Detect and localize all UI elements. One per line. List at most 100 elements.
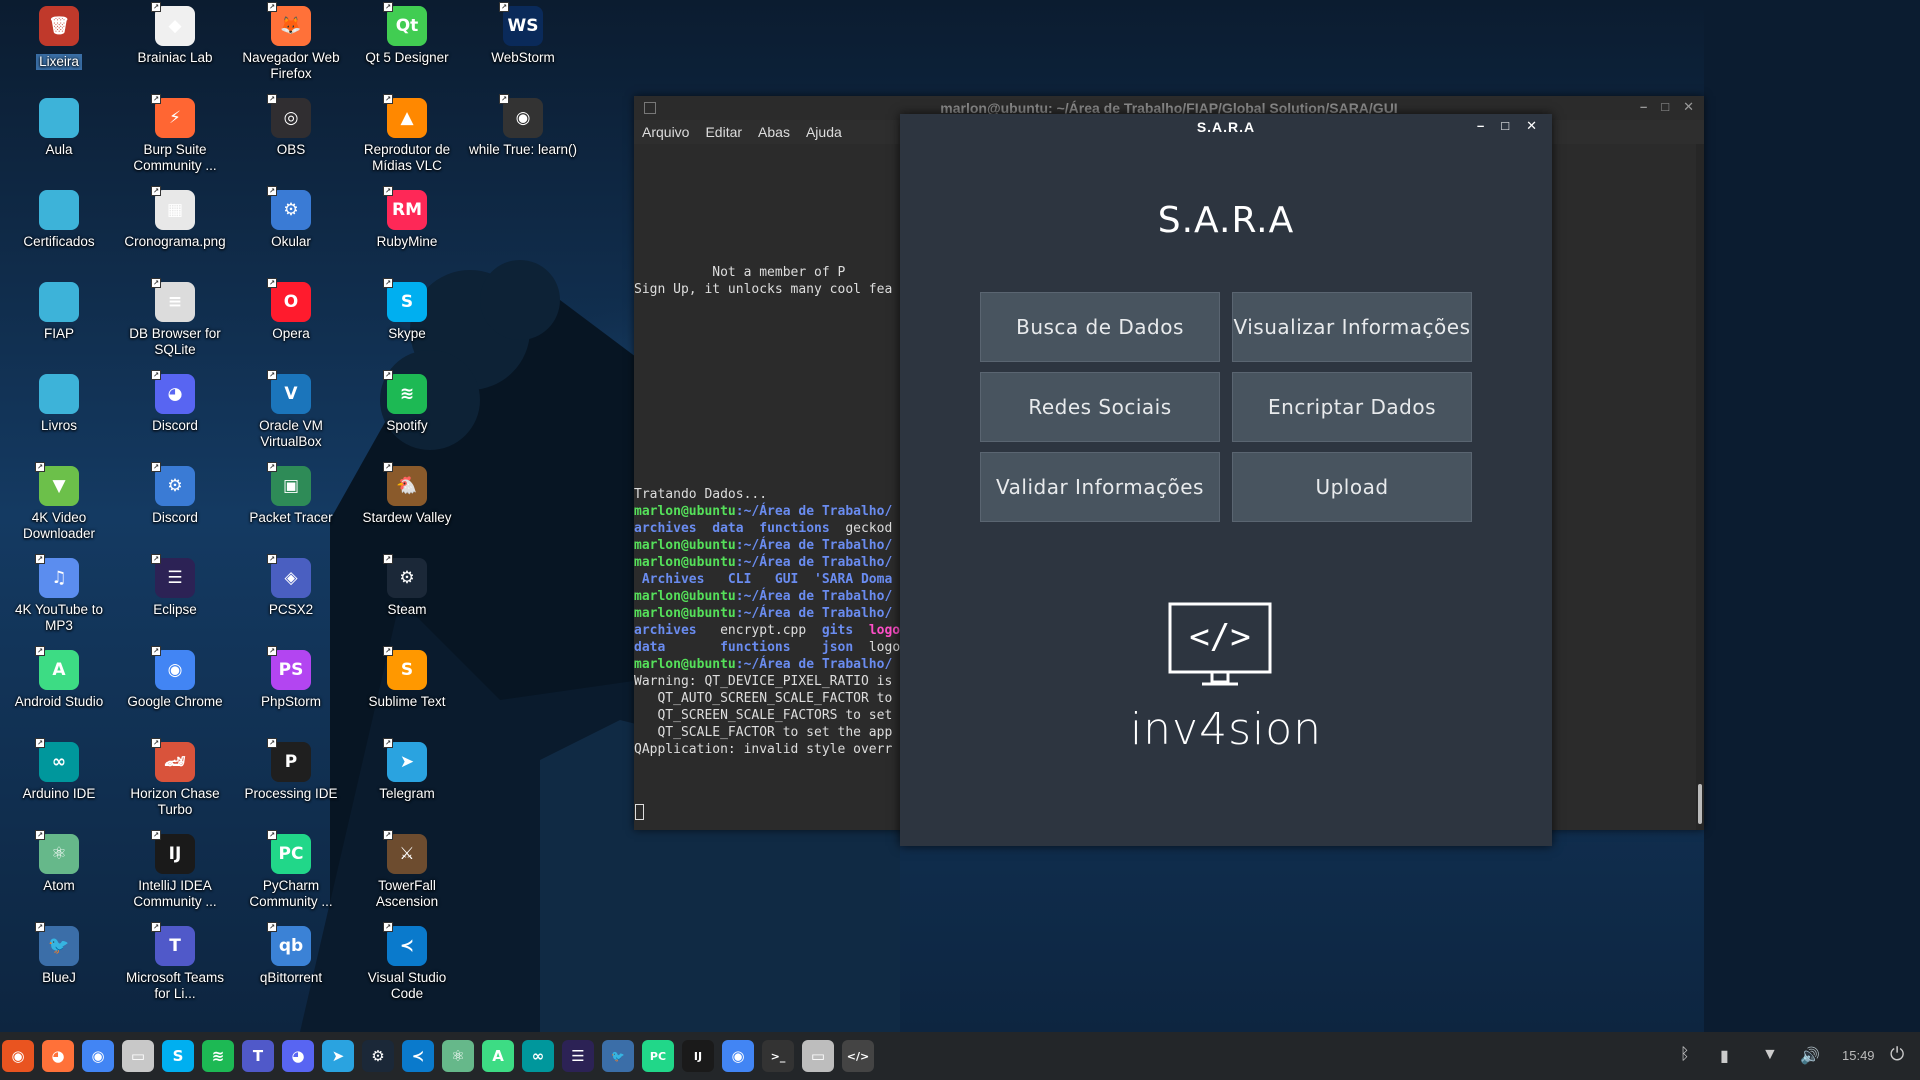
- desktop-icon-label-text: Skype: [388, 326, 426, 341]
- file-manager-icon[interactable]: ▭: [122, 1040, 154, 1072]
- desktop-icon[interactable]: ◕ ↗ Discord: [120, 368, 230, 456]
- desktop-icon[interactable]: T ↗ Microsoft Teams for Li...: [120, 920, 230, 1008]
- scrollbar-thumb[interactable]: [1698, 784, 1702, 824]
- power-icon[interactable]: ⏻: [1890, 1044, 1904, 1065]
- desktop-icon[interactable]: P ↗ Processing IDE: [236, 736, 346, 824]
- menu-editar[interactable]: Editar: [705, 124, 742, 140]
- pycharm-icon[interactable]: PC: [642, 1040, 674, 1072]
- desktop-icon[interactable]: ◉ ↗ Google Chrome: [120, 644, 230, 732]
- desktop-icon[interactable]: ⚙ ↗ Discord: [120, 460, 230, 548]
- desktop-icon[interactable]: ☰ ↗ Eclipse: [120, 552, 230, 640]
- terminal-icon[interactable]: >_: [762, 1040, 794, 1072]
- desktop-icon[interactable]: ⚔ ↗ TowerFall Ascension: [352, 828, 462, 916]
- desktop-icon[interactable]: A ↗ Android Studio: [4, 644, 114, 732]
- desktop-icon[interactable]: qb ↗ qBittorrent: [236, 920, 346, 1008]
- desktop-icon[interactable]: ▼ ↗ 4K Video Downloader: [4, 460, 114, 548]
- encriptar-dados-button[interactable]: Encriptar Dados: [1232, 372, 1472, 442]
- close-icon[interactable]: ✕: [1526, 118, 1538, 134]
- desktop-icon[interactable]: ⚙ ↗ Steam: [352, 552, 462, 640]
- desktop-icon[interactable]: V ↗ Oracle VM VirtualBox: [236, 368, 346, 456]
- desktop-icon[interactable]: ⚙ ↗ Okular: [236, 184, 346, 272]
- vscode-icon[interactable]: ≺: [402, 1040, 434, 1072]
- upload-button[interactable]: Upload: [1232, 452, 1472, 522]
- desktop-icon[interactable]: PC ↗ PyCharm Community ...: [236, 828, 346, 916]
- intellij-icon[interactable]: IJ: [682, 1040, 714, 1072]
- visualizar-informacoes-button[interactable]: Visualizar Informações: [1232, 292, 1472, 362]
- desktop-icon[interactable]: 🦊 ↗ Navegador Web Firefox: [236, 0, 346, 88]
- volume-icon[interactable]: 🔊: [1800, 1046, 1820, 1066]
- desktop-icon[interactable]: WS ↗ WebStorm: [468, 0, 578, 88]
- clock[interactable]: 15:49: [1842, 1048, 1875, 1063]
- validar-informacoes-button[interactable]: Validar Informações: [980, 452, 1220, 522]
- desktop-icon[interactable]: Aula: [4, 92, 114, 180]
- minimize-icon[interactable]: –: [1640, 99, 1647, 115]
- atom-icon[interactable]: ⚛: [442, 1040, 474, 1072]
- desktop-icon[interactable]: O ↗ Opera: [236, 276, 346, 364]
- desktop-icon[interactable]: Qt ↗ Qt 5 Designer: [352, 0, 462, 88]
- sara-running-icon[interactable]: </>: [842, 1040, 874, 1072]
- desktop-icon[interactable]: ◎ ↗ OBS: [236, 92, 346, 180]
- telegram-icon[interactable]: ➤: [322, 1040, 354, 1072]
- steam-icon[interactable]: ⚙: [362, 1040, 394, 1072]
- minimize-icon[interactable]: –: [1477, 118, 1485, 134]
- desktop-icon[interactable]: PS ↗ PhpStorm: [236, 644, 346, 732]
- desktop-icon[interactable]: 🐦 ↗ BlueJ: [4, 920, 114, 1008]
- horizon-chase-icon: 🏎 ↗: [151, 738, 195, 782]
- desktop-icon[interactable]: ▦ ↗ Cronograma.png: [120, 184, 230, 272]
- redes-sociais-button[interactable]: Redes Sociais: [980, 372, 1220, 442]
- chrome-running-icon[interactable]: ◉: [722, 1040, 754, 1072]
- desktop-icon[interactable]: 🏎 ↗ Horizon Chase Turbo: [120, 736, 230, 824]
- menu-ajuda[interactable]: Ajuda: [806, 124, 842, 140]
- battery-icon[interactable]: ▮: [1720, 1046, 1729, 1066]
- desktop-icon[interactable]: RM ↗ RubyMine: [352, 184, 462, 272]
- arduino-icon[interactable]: ∞: [522, 1040, 554, 1072]
- desktop-icon[interactable]: 🗑 Lixeira: [4, 0, 114, 88]
- desktop-icon[interactable]: 🐔 ↗ Stardew Valley: [352, 460, 462, 548]
- firefox-icon[interactable]: ◕: [42, 1040, 74, 1072]
- maximize-icon[interactable]: □: [1661, 99, 1669, 115]
- desktop-icon[interactable]: Certificados: [4, 184, 114, 272]
- terminal-scrollbar[interactable]: [1696, 144, 1704, 830]
- desktop-icon[interactable]: ≺ ↗ Visual Studio Code: [352, 920, 462, 1008]
- desktop-icon[interactable]: Livros: [4, 368, 114, 456]
- chrome-icon[interactable]: ◉: [82, 1040, 114, 1072]
- desktop-icon[interactable]: ≡ ↗ DB Browser for SQLite: [120, 276, 230, 364]
- terminal-text: marlon@ubuntu: [634, 657, 736, 672]
- bluetooth-icon[interactable]: ᛒ: [1680, 1046, 1690, 1064]
- menu-arquivo[interactable]: Arquivo: [642, 124, 689, 140]
- skype-icon[interactable]: S: [162, 1040, 194, 1072]
- desktop-icon[interactable]: ◉ ↗ while True: learn(): [468, 92, 578, 180]
- desktop-icon[interactable]: ◆ ↗ Brainiac Lab: [120, 0, 230, 88]
- desktop-icon[interactable]: ∞ ↗ Arduino IDE: [4, 736, 114, 824]
- qt-designer-icon: Qt ↗: [383, 2, 427, 46]
- busca-de-dados-button[interactable]: Busca de Dados: [980, 292, 1220, 362]
- desktop-icon[interactable]: ⚡ ↗ Burp Suite Community ...: [120, 92, 230, 180]
- desktop-icon[interactable]: ➤ ↗ Telegram: [352, 736, 462, 824]
- desktop-icon[interactable]: ⚛ ↗ Atom: [4, 828, 114, 916]
- desktop-icon[interactable]: ◈ ↗ PCSX2: [236, 552, 346, 640]
- menu-abas[interactable]: Abas: [758, 124, 790, 140]
- maximize-icon[interactable]: □: [1501, 118, 1510, 134]
- desktop-icon[interactable]: ≋ ↗ Spotify: [352, 368, 462, 456]
- desktop-icon[interactable]: ▲ ↗ Reprodutor de Mídias VLC: [352, 92, 462, 180]
- wifi-icon[interactable]: ▼: [1762, 1046, 1778, 1064]
- desktop-icon[interactable]: FIAP: [4, 276, 114, 364]
- bluej-icon[interactable]: 🐦: [602, 1040, 634, 1072]
- desktop-icon[interactable]: S ↗ Skype: [352, 276, 462, 364]
- eclipse-icon[interactable]: ☰: [562, 1040, 594, 1072]
- spotify-icon[interactable]: ≋: [202, 1040, 234, 1072]
- android-studio-icon[interactable]: A: [482, 1040, 514, 1072]
- close-icon[interactable]: ✕: [1683, 99, 1694, 115]
- sara-window[interactable]: S.A.R.A – □ ✕ S.A.R.A Busca de Dados Vis…: [900, 114, 1552, 846]
- desktop-icon[interactable]: S ↗ Sublime Text: [352, 644, 462, 732]
- discord-icon[interactable]: ◕: [282, 1040, 314, 1072]
- sara-titlebar[interactable]: S.A.R.A – □ ✕: [900, 114, 1552, 140]
- terminal-text: data: [634, 640, 666, 655]
- desktop-icon[interactable]: ♫ ↗ 4K YouTube to MP3: [4, 552, 114, 640]
- ubuntu-menu-icon[interactable]: ◉: [2, 1040, 34, 1072]
- teams-icon[interactable]: T: [242, 1040, 274, 1072]
- files-running-icon[interactable]: ▭: [802, 1040, 834, 1072]
- desktop-icon[interactable]: ▣ ↗ Packet Tracer: [236, 460, 346, 548]
- desktop-icon[interactable]: IJ ↗ IntelliJ IDEA Community ...: [120, 828, 230, 916]
- shortcut-arrow-icon: ↗: [383, 278, 393, 288]
